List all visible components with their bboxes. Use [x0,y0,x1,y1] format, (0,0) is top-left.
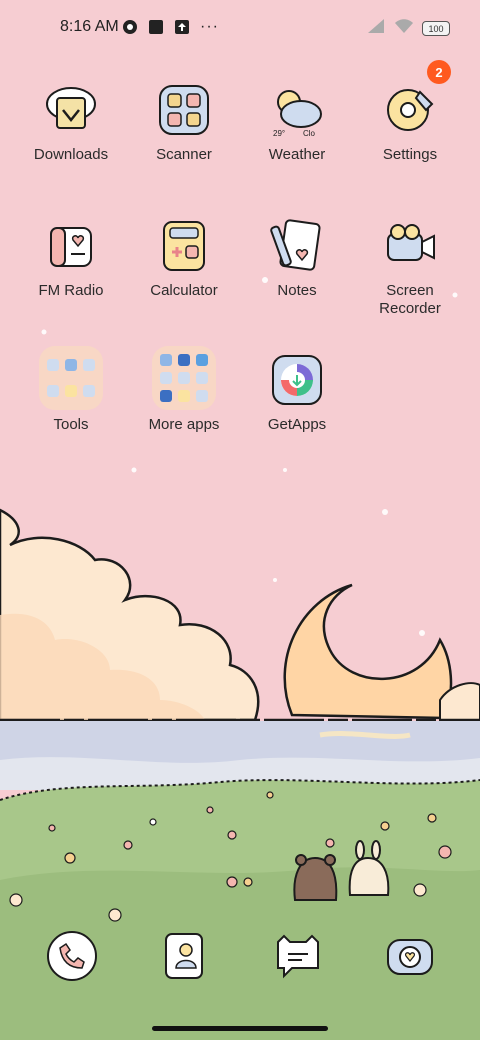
status-bar: 8:16 AM ··· 100 [0,0,480,56]
app-label: Weather [268,146,326,163]
app-label: Calculator [150,282,218,299]
dock [0,928,480,988]
app-label: Scanner [156,146,212,163]
app-label: GetApps [267,416,327,433]
scanner-icon [154,80,214,140]
signal-icon [366,18,386,39]
app-screen-recorder[interactable]: Screen Recorder [354,216,466,318]
dock-camera[interactable] [382,928,438,984]
app-c-icon [122,19,138,35]
calculator-icon [154,216,214,276]
getapps-icon [267,350,327,410]
app-settings[interactable]: 2 Settings [354,60,466,164]
notes-icon [267,216,327,276]
clock: 8:16 AM [60,18,119,35]
battery-icon: 100 [422,21,450,36]
folder-icon [39,346,103,410]
app-weather[interactable]: 29° Clo Weather [241,80,353,164]
label-line-1: Screen [386,282,434,299]
app-label: Tools [53,416,89,433]
messages-icon [277,934,319,979]
app-label: Downloads [33,146,109,163]
dock-messages[interactable] [270,928,326,984]
upload-icon [174,19,190,35]
app-label: Settings [382,146,438,163]
weather-temp: 29° [273,129,285,138]
app-downloads[interactable]: Downloads [15,80,127,164]
app-label: More apps [148,416,220,433]
weather-condition: Clo [303,129,316,138]
folder-more-apps[interactable]: More apps [128,346,240,434]
square-icon [148,19,164,35]
app-label: Notes [277,282,317,299]
gesture-home-bar[interactable] [152,1026,328,1031]
gear-icon [380,80,440,140]
app-label: Screen Recorder [354,282,466,318]
dock-contacts[interactable] [156,928,212,984]
app-getapps[interactable]: GetApps [241,350,353,434]
more-notifications-icon: ··· [200,18,219,35]
contacts-icon [165,933,203,979]
folder-tools[interactable]: Tools [15,346,127,434]
label-line-2: Recorder [379,300,441,317]
app-fm-radio[interactable]: FM Radio [15,216,127,300]
camera-icon [387,939,433,975]
phone-icon [47,931,97,981]
app-label: FM Radio [38,282,104,299]
camera-icon [380,216,440,276]
app-notes[interactable]: Notes [241,216,353,300]
app-calculator[interactable]: Calculator [128,216,240,300]
folder-icon [152,346,216,410]
weather-icon: 29° Clo [267,80,327,140]
app-scanner[interactable]: Scanner [128,80,240,164]
dock-phone[interactable] [44,928,100,984]
radio-icon [41,216,101,276]
downloads-icon [41,80,101,140]
wifi-icon [394,18,414,39]
notification-badge: 2 [427,60,451,84]
